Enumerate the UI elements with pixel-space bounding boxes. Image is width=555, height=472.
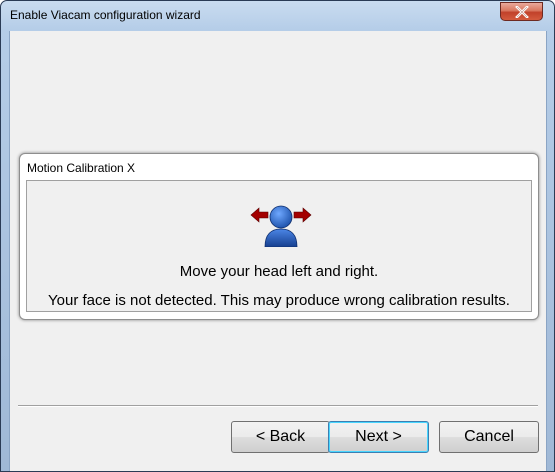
instruction-text: Move your head left and right. [179, 263, 379, 280]
head-left-right-icon [250, 205, 312, 247]
wizard-window: Enable Viacam configuration wizard Motio… [0, 0, 555, 472]
close-button[interactable] [500, 2, 543, 21]
next-button[interactable]: Next > [328, 421, 429, 453]
cancel-button[interactable]: Cancel [439, 421, 539, 453]
window-title: Enable Viacam configuration wizard [10, 8, 201, 22]
warning-text: Your face is not detected. This may prod… [48, 292, 510, 309]
separator-line [18, 405, 538, 407]
panel-content: Move your head left and right. Your face… [26, 180, 532, 312]
close-icon [514, 5, 529, 18]
calibration-panel: Motion Calibration X Move your head left… [19, 153, 539, 320]
back-button[interactable]: < Back [231, 421, 330, 453]
panel-title: Motion Calibration X [27, 161, 136, 175]
title-bar[interactable]: Enable Viacam configuration wizard [1, 1, 554, 31]
wizard-client-area: Motion Calibration X Move your head left… [9, 31, 547, 471]
